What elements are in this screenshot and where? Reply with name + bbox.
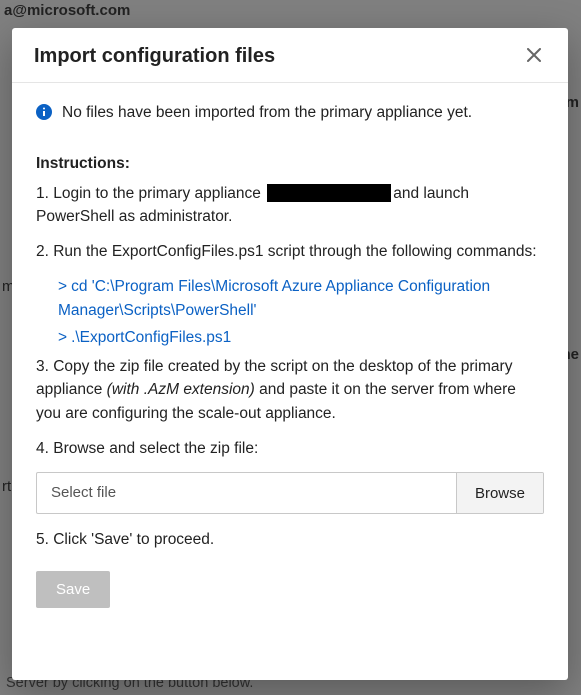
instructions-heading: Instructions: bbox=[36, 152, 544, 175]
file-select-row: Select file Browse bbox=[36, 472, 544, 514]
command-cd: >cd 'C:\Program Files\Microsoft Azure Ap… bbox=[58, 275, 544, 322]
info-text: No files have been imported from the pri… bbox=[62, 101, 544, 124]
command-run: >.\ExportConfigFiles.ps1 bbox=[58, 326, 544, 349]
modal-title: Import configuration files bbox=[34, 45, 275, 68]
save-button[interactable]: Save bbox=[36, 571, 110, 608]
import-config-modal: Import configuration files No files have… bbox=[12, 28, 568, 680]
info-icon bbox=[36, 104, 52, 120]
browse-button[interactable]: Browse bbox=[456, 473, 543, 513]
bg-email-fragment: a@microsoft.com bbox=[0, 0, 134, 21]
modal-header: Import configuration files bbox=[12, 28, 568, 83]
command-cd-text: cd 'C:\Program Files\Microsoft Azure App… bbox=[58, 278, 490, 318]
instruction-step-2: 2. Run the ExportConfigFiles.ps1 script … bbox=[36, 240, 544, 263]
file-input[interactable]: Select file bbox=[37, 473, 456, 513]
bg-fragment-rt: rt bbox=[2, 478, 11, 495]
instruction-step-1: 1. Login to the primary appliance and la… bbox=[36, 182, 544, 229]
info-banner: No files have been imported from the pri… bbox=[36, 101, 544, 124]
instruction-step-5: 5. Click 'Save' to proceed. bbox=[36, 528, 544, 551]
close-button[interactable] bbox=[522, 44, 546, 68]
instruction-step-3: 3. Copy the zip file created by the scri… bbox=[36, 355, 544, 425]
step1-part-a: 1. Login to the primary appliance bbox=[36, 185, 265, 202]
command-run-text: .\ExportConfigFiles.ps1 bbox=[71, 329, 231, 346]
instruction-step-4: 4. Browse and select the zip file: bbox=[36, 437, 544, 460]
close-icon bbox=[527, 48, 541, 65]
redacted-hostname bbox=[267, 184, 391, 202]
modal-body: No files have been imported from the pri… bbox=[12, 83, 568, 628]
step3-italic: (with .AzM extension) bbox=[107, 381, 255, 398]
